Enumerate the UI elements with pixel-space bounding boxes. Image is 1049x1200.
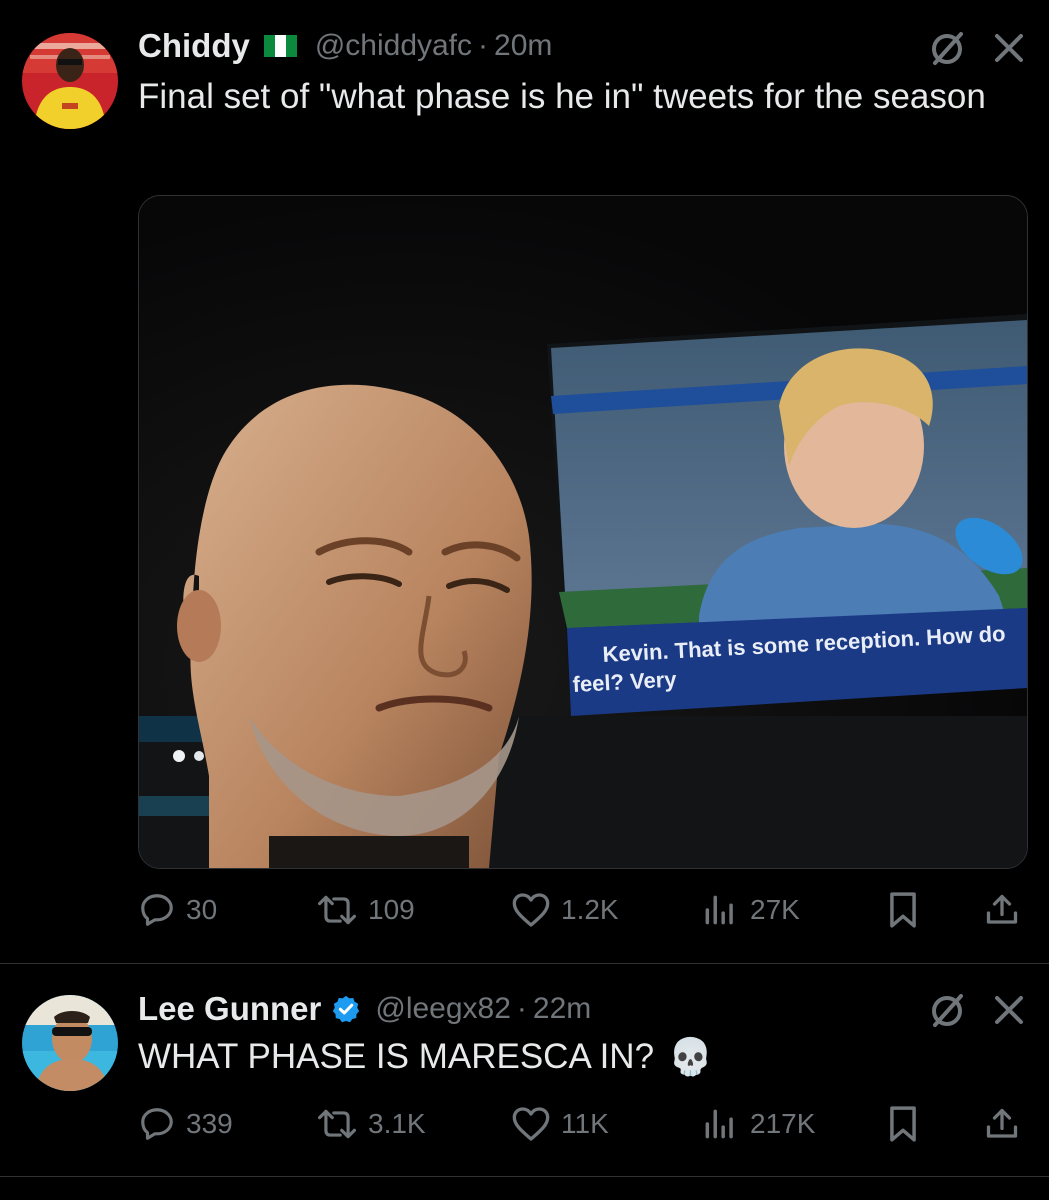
- reply-button[interactable]: 30: [138, 888, 217, 932]
- share-button[interactable]: [984, 888, 1020, 932]
- display-name[interactable]: Lee Gunner: [138, 990, 321, 1028]
- heart-icon: [512, 893, 550, 927]
- bookmark-icon: [890, 892, 916, 928]
- avatar[interactable]: [22, 995, 118, 1091]
- tweet-top-actions: [927, 28, 1025, 68]
- bookmark-button[interactable]: [886, 888, 920, 932]
- like-count: 1.2K: [561, 894, 619, 925]
- tweet[interactable]: Chiddy @chiddyafc · 20m Final set of "wh…: [0, 0, 1049, 962]
- retweet-icon: [318, 1109, 356, 1139]
- tweet-header: Lee Gunner @leegx82 · 22m: [138, 989, 591, 1029]
- retweet-count: 109: [368, 894, 415, 925]
- timeline-feed: Chiddy @chiddyafc · 20m Final set of "wh…: [0, 0, 1049, 1200]
- close-icon[interactable]: [993, 32, 1025, 64]
- retweet-button[interactable]: 109: [316, 888, 415, 932]
- stadium-screen: Kevin. That is some reception. How do fe…: [547, 314, 1027, 716]
- separator-dot: ·: [478, 29, 489, 62]
- like-count: 11K: [561, 1108, 609, 1139]
- user-handle[interactable]: @leegx82: [375, 992, 511, 1026]
- manager-face: [177, 384, 532, 868]
- display-name[interactable]: Chiddy: [138, 27, 250, 65]
- tweet-text-content: WHAT PHASE IS MARESCA IN?: [138, 1037, 655, 1076]
- nigeria-flag-icon: [263, 35, 297, 57]
- tweet-divider: [0, 1176, 1049, 1177]
- user-handle[interactable]: @chiddyafc: [315, 29, 472, 63]
- retweet-button[interactable]: 3.1K: [316, 1102, 426, 1146]
- timestamp[interactable]: 22m: [533, 992, 591, 1026]
- reply-button[interactable]: 339: [138, 1102, 233, 1146]
- tweet[interactable]: Lee Gunner @leegx82 · 22m WHAT PHASE IS …: [0, 964, 1049, 1200]
- tweet-top-actions: [927, 990, 1025, 1030]
- bookmark-icon: [890, 1106, 916, 1142]
- reply-count: 30: [186, 894, 218, 925]
- verified-badge-icon: [331, 994, 361, 1024]
- heart-icon: [512, 1107, 550, 1141]
- like-button[interactable]: 1.2K: [511, 888, 619, 932]
- views-count: 27K: [750, 894, 800, 925]
- share-icon: [986, 1108, 1018, 1138]
- reply-icon: [141, 894, 173, 926]
- tweet-text: Final set of "what phase is he in" tweet…: [138, 77, 986, 116]
- retweet-count: 3.1K: [368, 1108, 426, 1139]
- tweet-actions: 339 3.1K 11K 217K: [138, 1102, 1024, 1146]
- not-interested-icon[interactable]: [927, 28, 967, 68]
- avatar[interactable]: [22, 33, 118, 129]
- tweet-header: Chiddy @chiddyafc · 20m: [138, 26, 552, 66]
- tweet-actions: 30 109 1.2K 27K: [138, 888, 1024, 932]
- views-icon: [705, 1109, 733, 1139]
- reply-icon: [141, 1108, 173, 1140]
- skull-emoji-icon: 💀: [668, 1036, 713, 1077]
- like-button[interactable]: 11K: [511, 1102, 609, 1146]
- retweet-icon: [318, 895, 356, 925]
- separator-dot: ·: [516, 992, 527, 1025]
- views-count: 217K: [750, 1108, 816, 1139]
- bookmark-button[interactable]: [886, 1102, 920, 1146]
- tweet-text: WHAT PHASE IS MARESCA IN? 💀: [138, 1032, 1018, 1082]
- share-icon: [986, 894, 1018, 924]
- reply-count: 339: [186, 1108, 233, 1139]
- timestamp[interactable]: 20m: [494, 29, 552, 63]
- views-icon: [705, 895, 733, 925]
- not-interested-icon[interactable]: [927, 990, 967, 1030]
- tweet-media-image[interactable]: Kevin. That is some reception. How do fe…: [138, 195, 1028, 869]
- views-button[interactable]: 27K: [700, 888, 800, 932]
- share-button[interactable]: [984, 1102, 1020, 1146]
- views-button[interactable]: 217K: [700, 1102, 815, 1146]
- close-icon[interactable]: [993, 994, 1025, 1026]
